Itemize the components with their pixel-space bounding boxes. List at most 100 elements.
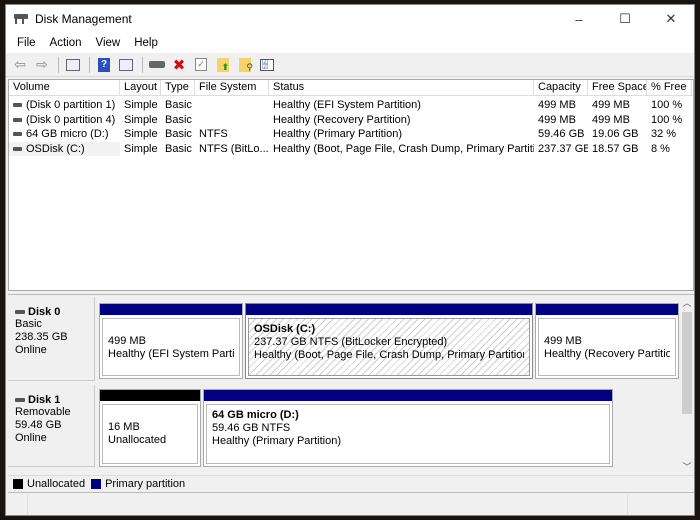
type-cell: Basic [165,99,192,111]
toolbar-separator [58,56,59,73]
volume-name: (Disk 0 partition 4) [26,113,116,126]
maximize-button[interactable]: ☐ [602,5,648,33]
partition-title: OSDisk (C:) [254,323,316,335]
column-header-free-space[interactable]: Free Space [588,80,647,95]
column-header-file-system[interactable]: File System [195,80,269,95]
disk-info[interactable]: Disk 1 Removable 59.48 GB Online [8,385,95,467]
scroll-down-icon[interactable]: ﹀ [680,459,694,473]
volume-icon [13,132,22,137]
legend-label-primary: Primary partition [105,478,186,490]
properties-button[interactable]: ☑ ☑ [257,56,277,74]
type-cell: Basic [165,128,192,140]
table-row[interactable]: 64 GB micro (D:) Simple Basic NTFS Healt… [9,127,693,142]
partition-status: Healthy (Recovery Partition) [544,348,670,360]
table-row[interactable]: OSDisk (C:) Simple Basic NTFS (BitLo... … [9,141,693,156]
partition-unallocated[interactable]: 16 MB Unallocated [99,389,201,467]
volume-name: 64 GB micro (D:) [26,128,109,140]
folder-up-button[interactable]: ⬆ [213,56,233,74]
column-header-capacity[interactable]: Capacity [534,80,588,95]
vertical-scrollbar[interactable]: ︿ ﹀ [680,295,694,473]
partition-type-bar [100,304,242,315]
volume-list: Volume Layout Type File System Status Ca… [8,79,694,291]
forward-icon: ⇨ [36,56,48,72]
scrollbar-thumb[interactable] [682,312,692,414]
close-button[interactable]: ✕ [648,5,694,33]
partition-64gb-micro-d[interactable]: 64 GB micro (D:) 59.46 GB NTFS Healthy (… [203,389,613,467]
partition-size: 237.37 GB NTFS (BitLocker Encrypted) [254,336,448,348]
folder-search-icon: ⚲ [239,57,253,72]
disk-size: 238.35 GB [15,331,68,343]
column-header-volume[interactable]: Volume [9,80,120,95]
checklist-icon: ✓ [195,58,207,71]
menu-help[interactable]: Help [127,37,165,49]
properties-icon: ☑ ☑ [260,58,274,71]
connect-virtual-disk-button[interactable] [147,56,167,74]
disk-management-window: Disk Management – ☐ ✕ File Action View H… [5,4,695,516]
volume-icon [13,103,22,108]
disk-map-pane: Disk 0 Basic 238.35 GB Online 499 MB Hea… [8,295,694,473]
folder-search-button[interactable]: ⚲ [235,56,255,74]
forward-button[interactable]: ⇨ [32,56,52,74]
partition-type-bar [204,390,612,401]
minimize-button[interactable]: – [556,5,602,33]
layout-cell: Simple [124,142,158,155]
scroll-up-icon[interactable]: ︿ [680,295,694,309]
partition-type-bar [100,390,200,401]
column-header-layout[interactable]: Layout [120,80,161,95]
back-icon: ⇦ [14,56,26,72]
toolbar: ⇦ ⇨ ? ✖ ✓ ⬆ ⚲ ☑ ☑ [6,53,694,77]
disk-name: Disk 1 [28,394,61,406]
help-button[interactable]: ? [94,56,114,74]
partition-status: Healthy (Primary Partition) [212,435,341,447]
partition-efi[interactable]: 499 MB Healthy (EFI System Partition [99,303,243,379]
show-hide-console-tree-button[interactable] [63,56,83,74]
status-cell: Healthy (Boot, Page File, Crash Dump, Pr… [273,142,534,155]
file-system-cell: NTFS (BitLo... [199,142,269,155]
checklist-button[interactable]: ✓ [191,56,211,74]
partition-type-bar [536,304,678,315]
menu-view[interactable]: View [89,37,128,49]
primary-partition-swatch [91,479,102,489]
menu-bar: File Action View Help [6,33,694,53]
status-cell: Healthy (EFI System Partition) [273,99,421,111]
column-header-percent-free[interactable]: % Free [647,80,692,95]
file-system-cell [195,98,269,113]
free-space-cell: 499 MB [592,113,630,126]
delete-button[interactable]: ✖ [169,56,189,74]
column-header-type[interactable]: Type [161,80,195,95]
back-button[interactable]: ⇦ [10,56,30,74]
capacity-cell: 499 MB [538,113,576,126]
status-cell: Healthy (Recovery Partition) [273,113,411,126]
show-hide-action-pane-icon [119,58,133,71]
free-space-cell: 499 MB [592,99,630,111]
capacity-cell: 59.46 GB [538,128,585,140]
percent-free-cell: 8 % [651,142,670,155]
disk-management-icon [14,14,28,24]
disk-icon [15,398,25,402]
help-icon: ? [98,57,110,72]
partition-osdisk-c[interactable]: OSDisk (C:) 237.37 GB NTFS (BitLocker En… [245,303,533,379]
file-system-cell [195,113,269,128]
legend-label-unallocated: Unallocated [27,478,86,490]
percent-free-cell: 32 % [651,128,677,140]
menu-file[interactable]: File [10,37,43,49]
volume-name: (Disk 0 partition 1) [26,99,116,111]
free-space-cell: 18.57 GB [592,142,639,155]
table-row[interactable]: (Disk 0 partition 1) Simple Basic Health… [9,98,693,113]
capacity-cell: 237.37 GB [538,142,588,155]
disk-info[interactable]: Disk 0 Basic 238.35 GB Online [8,297,95,381]
show-hide-action-pane-button[interactable] [116,56,136,74]
status-segment [8,495,28,515]
disk-status: Online [15,432,47,444]
volume-list-header: Volume Layout Type File System Status Ca… [9,80,693,96]
folder-up-icon: ⬆ [217,57,229,72]
column-header-status[interactable]: Status [269,80,534,95]
disk-status: Online [15,344,47,356]
menu-action[interactable]: Action [43,37,89,49]
partition-size: 499 MB [544,335,582,347]
volume-icon [13,146,22,151]
connect-virtual-disk-icon [149,61,165,68]
table-row[interactable]: (Disk 0 partition 4) Simple Basic Health… [9,113,693,128]
status-segment [28,495,628,515]
partition-recovery[interactable]: 499 MB Healthy (Recovery Partition) [535,303,679,379]
